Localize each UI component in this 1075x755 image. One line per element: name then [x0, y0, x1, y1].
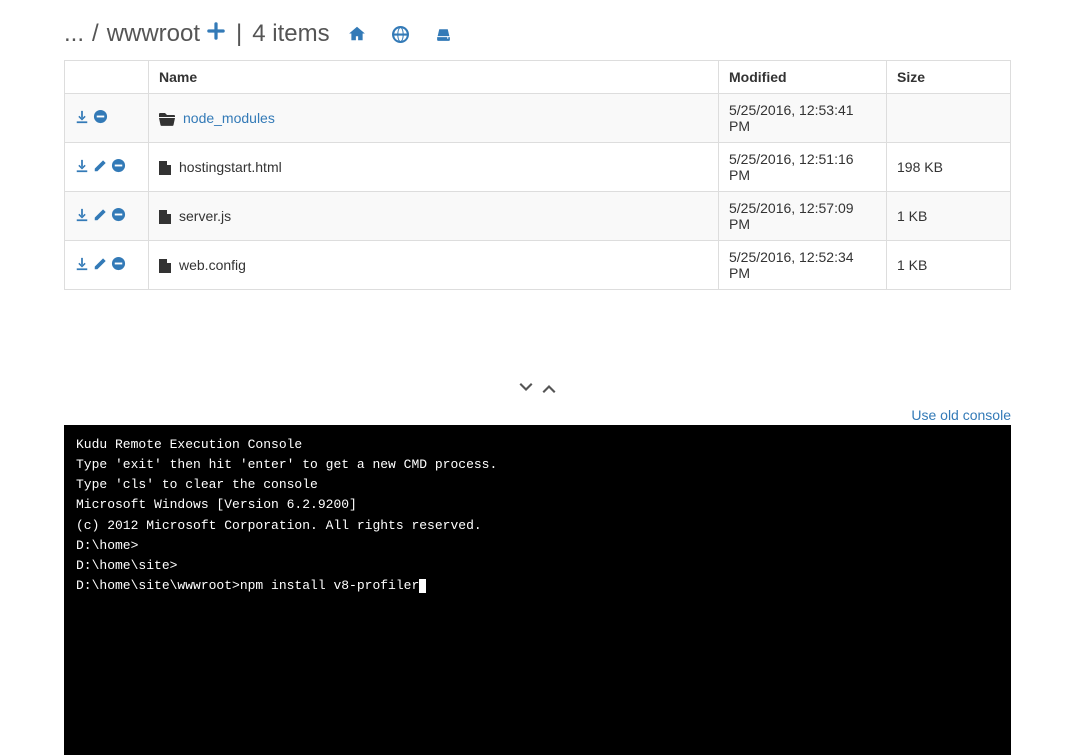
console-line: Type 'exit' then hit 'enter' to get a ne…	[76, 455, 999, 475]
edit-icon[interactable]	[93, 257, 107, 271]
file-table: Name Modified Size node_modules 5/25/2016…	[64, 60, 1011, 290]
file-name: hostingstart.html	[179, 159, 282, 175]
file-icon	[159, 161, 171, 175]
edit-icon[interactable]	[93, 208, 107, 222]
chevron-down-icon[interactable]	[518, 380, 534, 396]
breadcrumb-leading[interactable]: ...	[64, 20, 84, 48]
breadcrumb: ... / wwwroot | 4 items	[64, 15, 1011, 48]
table-row: server.js 5/25/2016, 12:57:09 PM1 KB	[65, 192, 1011, 241]
file-icon	[159, 259, 171, 273]
folder-link[interactable]: node_modules	[183, 110, 275, 126]
download-icon[interactable]	[75, 208, 89, 222]
breadcrumb-current[interactable]: wwwroot	[107, 20, 200, 48]
breadcrumb-pipe: |	[236, 20, 242, 48]
console-input[interactable]: npm install v8-profiler	[240, 578, 419, 593]
cell-modified: 5/25/2016, 12:52:34 PM	[719, 241, 887, 290]
file-name: web.config	[179, 257, 246, 273]
col-header-actions	[65, 61, 149, 94]
console[interactable]: Kudu Remote Execution ConsoleType 'exit'…	[64, 425, 1011, 755]
table-row: hostingstart.html 5/25/2016, 12:51:16 PM1…	[65, 143, 1011, 192]
plus-icon[interactable]	[206, 21, 226, 47]
table-header-row: Name Modified Size	[65, 61, 1011, 94]
home-icon[interactable]	[348, 25, 366, 43]
console-line: (c) 2012 Microsoft Corporation. All righ…	[76, 516, 999, 536]
col-header-size: Size	[887, 61, 1011, 94]
file-icon	[159, 210, 171, 224]
file-name: server.js	[179, 208, 231, 224]
cell-size	[887, 94, 1011, 143]
download-icon[interactable]	[75, 110, 89, 124]
edit-icon[interactable]	[93, 159, 107, 173]
cell-size: 198 KB	[887, 143, 1011, 192]
cell-modified: 5/25/2016, 12:51:16 PM	[719, 143, 887, 192]
use-old-console-link[interactable]: Use old console	[911, 407, 1011, 423]
console-line: D:\home>	[76, 536, 999, 556]
download-icon[interactable]	[75, 257, 89, 271]
old-console-link-wrap: Use old console	[64, 407, 1011, 423]
delete-icon[interactable]	[111, 256, 126, 271]
cell-modified: 5/25/2016, 12:57:09 PM	[719, 192, 887, 241]
console-line: D:\home\site>	[76, 556, 999, 576]
delete-icon[interactable]	[111, 158, 126, 173]
console-prompt: D:\home\site\wwwroot>	[76, 578, 240, 593]
delete-icon[interactable]	[93, 109, 108, 124]
col-header-modified: Modified	[719, 61, 887, 94]
cell-size: 1 KB	[887, 192, 1011, 241]
console-input-line[interactable]: D:\home\site\wwwroot>npm install v8-prof…	[76, 576, 999, 596]
download-icon[interactable]	[75, 159, 89, 173]
console-line: Kudu Remote Execution Console	[76, 435, 999, 455]
folder-icon	[159, 112, 175, 126]
console-line: Type 'cls' to clear the console	[76, 475, 999, 495]
col-header-name: Name	[149, 61, 719, 94]
console-line: Microsoft Windows [Version 6.2.9200]	[76, 495, 999, 515]
console-cursor	[419, 579, 426, 593]
cell-modified: 5/25/2016, 12:53:41 PM	[719, 94, 887, 143]
table-row: node_modules 5/25/2016, 12:53:41 PM	[65, 94, 1011, 143]
cell-size: 1 KB	[887, 241, 1011, 290]
console-toggle	[64, 380, 1011, 401]
breadcrumb-separator: /	[92, 20, 99, 48]
globe-icon[interactable]	[392, 26, 409, 43]
items-count: 4 items	[252, 20, 329, 48]
chevron-up-icon[interactable]	[541, 380, 557, 396]
delete-icon[interactable]	[111, 207, 126, 222]
table-row: web.config 5/25/2016, 12:52:34 PM1 KB	[65, 241, 1011, 290]
disk-icon[interactable]	[435, 26, 452, 43]
